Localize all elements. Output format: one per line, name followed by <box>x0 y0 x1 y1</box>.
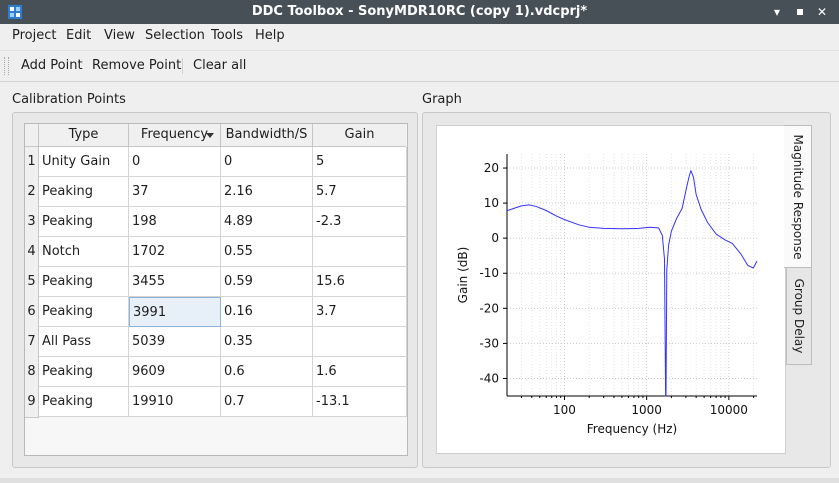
y-tick-label: -40 <box>479 371 499 385</box>
table-cell-bw[interactable]: 0.59 <box>221 267 313 297</box>
table-cell-gain[interactable]: -13.1 <box>313 387 407 417</box>
row-header[interactable]: 2 <box>25 177 39 208</box>
toolbar-separator <box>182 58 183 74</box>
table-cell-bw[interactable]: 4.89 <box>221 207 313 237</box>
row-header[interactable]: 9 <box>25 387 39 418</box>
table-cell-gain[interactable]: 15.6 <box>313 267 407 297</box>
calibration-table: Type Frequency Bandwidth/S Gain 1 Unity G… <box>24 123 408 456</box>
table-cell-freq[interactable]: 37 <box>129 177 221 207</box>
table-corner[interactable] <box>25 124 39 147</box>
table-cell-type[interactable]: All Pass <box>39 327 129 357</box>
window-title: DDC Toolbox - SonyMDR10RC (copy 1).vdcpr… <box>251 4 588 19</box>
column-header-gain[interactable]: Gain <box>313 124 406 147</box>
menu-view[interactable]: View <box>104 24 135 48</box>
add-point-button[interactable]: Add Point <box>21 51 83 80</box>
row-header[interactable]: 4 <box>25 237 39 268</box>
table-cell-type[interactable]: Peaking <box>39 357 129 387</box>
table-cell-bw[interactable]: 0.7 <box>221 387 313 417</box>
tab-magnitude-response-label: Magnitude Response <box>790 133 805 260</box>
table-cell-bw[interactable]: 0.16 <box>221 297 313 327</box>
table-cell-bw[interactable]: 0.35 <box>221 327 313 357</box>
table-cell-gain[interactable]: -2.3 <box>313 207 407 237</box>
table-cell-type[interactable]: Peaking <box>39 207 129 237</box>
table-cell-freq[interactable]: 0 <box>129 147 221 177</box>
table-cell-freq[interactable]: 3991 <box>129 297 221 327</box>
row-header[interactable]: 5 <box>25 267 39 298</box>
x-axis-title: Frequency (Hz) <box>587 422 678 436</box>
column-header-bandwidth[interactable]: Bandwidth/S <box>221 124 313 147</box>
menu-help[interactable]: Help <box>255 24 285 48</box>
magnitude-response-line <box>506 169 758 397</box>
menu-project[interactable]: Project <box>12 24 56 48</box>
y-tick-label: -30 <box>479 336 499 350</box>
title-bar: DDC Toolbox - SonyMDR10RC (copy 1).vdcpr… <box>0 0 839 24</box>
tab-group-delay-label: Group Delay <box>792 278 806 354</box>
row-header[interactable]: 3 <box>25 207 39 238</box>
table-cell-type[interactable]: Peaking <box>39 387 129 417</box>
table-cell-type[interactable]: Peaking <box>39 297 129 327</box>
table-cell-freq[interactable]: 198 <box>129 207 221 237</box>
remove-point-button[interactable]: Remove Point <box>92 51 181 80</box>
y-tick-label: -20 <box>479 301 499 315</box>
toolbar: Add Point Remove Point Clear all <box>0 50 839 82</box>
column-header-type[interactable]: Type <box>39 124 129 147</box>
toolbar-grip[interactable] <box>4 57 9 75</box>
row-header[interactable]: 7 <box>25 327 39 358</box>
table-cell-freq[interactable]: 19910 <box>129 387 221 417</box>
table-cell-gain[interactable]: 3.7 <box>313 297 407 327</box>
x-tick-label: 100 <box>553 403 576 417</box>
table-cell-bw[interactable]: 2.16 <box>221 177 313 207</box>
table-cell-type[interactable]: Peaking <box>39 177 129 207</box>
table-cell-type[interactable]: Notch <box>39 237 129 267</box>
x-tick-label: 1000 <box>631 403 662 417</box>
table-cell-gain[interactable] <box>313 237 407 267</box>
column-header-frequency[interactable]: Frequency <box>129 124 221 147</box>
row-header[interactable]: 8 <box>25 357 39 388</box>
table-cell-gain[interactable]: 5 <box>313 147 407 177</box>
close-icon[interactable]: ✕ <box>813 3 831 21</box>
graph-panel: 20 10 0 -10 -20 -30 -40 100 1000 10000 Frequency (… <box>436 125 786 454</box>
menu-selection[interactable]: Selection <box>145 24 205 48</box>
status-bar <box>0 478 839 483</box>
column-header-frequency-label: Frequency <box>140 127 209 142</box>
menu-bar: Project Edit View Selection Tools Help <box>0 24 839 48</box>
magnitude-response-chart[interactable]: 20100-10-20-30-40100 1000 10000Frequency (… <box>437 126 785 453</box>
table-cell-bw[interactable]: 0.6 <box>221 357 313 387</box>
menu-tools[interactable]: Tools <box>211 24 243 48</box>
y-tick-label: -10 <box>479 266 499 280</box>
restore-icon[interactable] <box>791 3 809 21</box>
table-cell-gain[interactable]: 1.6 <box>313 357 407 387</box>
y-tick-label: 20 <box>484 161 499 175</box>
row-header[interactable]: 1 <box>25 147 39 178</box>
table-cell-bw[interactable]: 0 <box>221 147 313 177</box>
y-tick-label: 0 <box>491 231 499 245</box>
calibration-points-label: Calibration Points <box>12 92 126 107</box>
clear-all-button[interactable]: Clear all <box>193 51 246 80</box>
table-cell-freq[interactable]: 5039 <box>129 327 221 357</box>
tab-group-delay[interactable]: Group Delay <box>786 267 812 365</box>
table-cell-bw[interactable]: 0.55 <box>221 237 313 267</box>
table-cell-freq[interactable]: 9609 <box>129 357 221 387</box>
table-cell-gain[interactable]: 5.7 <box>313 177 407 207</box>
graph-label: Graph <box>422 92 462 107</box>
x-tick-label: 10000 <box>710 403 748 417</box>
y-axis-title: Gain (dB) <box>456 247 470 304</box>
menu-edit[interactable]: Edit <box>66 24 91 48</box>
row-header[interactable]: 6 <box>25 297 39 328</box>
y-tick-label: 10 <box>484 196 499 210</box>
tab-magnitude-response[interactable]: Magnitude Response <box>784 125 812 268</box>
table-cell-type[interactable]: Unity Gain <box>39 147 129 177</box>
table-cell-freq[interactable]: 3455 <box>129 267 221 297</box>
table-cell-type[interactable]: Peaking <box>39 267 129 297</box>
minimize-icon[interactable]: ▾ <box>768 3 786 21</box>
sort-descending-icon <box>206 133 214 138</box>
table-cell-gain[interactable] <box>313 327 407 357</box>
table-cell-freq[interactable]: 1702 <box>129 237 221 267</box>
